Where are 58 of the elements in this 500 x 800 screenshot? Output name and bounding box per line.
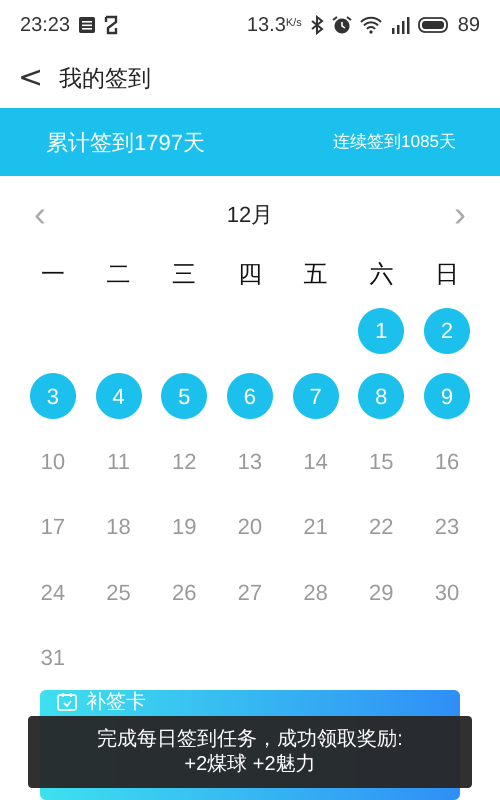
signed-day[interactable]: 5 [161,373,208,420]
calendar-day[interactable]: 14 [292,438,339,484]
signed-day[interactable]: 7 [292,373,339,420]
calendar-day[interactable]: 29 [358,569,404,616]
signed-day[interactable]: 2 [424,308,470,354]
calendar-day[interactable]: 24 [30,569,76,616]
signed-day[interactable]: 3 [30,373,76,420]
weekday-label: 六 [369,260,394,290]
weekday-label: 五 [304,260,328,290]
calendar-day[interactable]: 18 [96,504,142,550]
status-time: 23:23 [20,13,70,38]
calendar-day[interactable]: 30 [424,569,470,616]
network-speed: 13.3$^{K/s}$ [246,13,302,38]
page-title: 我的签到 [59,64,152,93]
signal-icon [390,15,410,35]
toast-text: 完成每日签到任务，成功领取奖励: [97,727,403,752]
calendar-day[interactable]: 11 [96,438,142,484]
calendar-day[interactable]: 19 [161,504,208,550]
alarm-icon [332,15,352,35]
calendar-day[interactable]: 20 [226,504,273,550]
signed-day[interactable]: 8 [358,373,404,420]
weekday-label: 二 [106,260,131,290]
calendar-day[interactable]: 25 [96,569,142,616]
calendar-day[interactable]: 13 [226,438,273,484]
calendar-day[interactable]: 21 [292,504,339,550]
calendar-day[interactable]: 12 [161,438,208,484]
toast-text: +2煤球 +2魅力 [184,752,316,777]
month-label: 12月 [226,200,274,228]
next-month-button[interactable]: › [454,196,466,232]
weekday-label: 一 [40,260,65,290]
total-count: 累计签到1797天 [46,128,205,156]
calendar-day[interactable]: 23 [424,504,470,550]
calendar-day[interactable]: 17 [30,504,76,550]
calendar-day[interactable]: 10 [30,438,76,484]
calendar-day[interactable]: 15 [358,438,404,484]
list-icon [78,16,96,34]
calendar-day[interactable]: 22 [358,504,404,550]
streak-count: 连续签到1085天 [333,131,456,154]
bluetooth-icon [310,15,324,35]
weekday-label: 三 [172,260,196,290]
calendar-day[interactable]: 26 [161,569,208,616]
weekday-label: 四 [238,260,262,290]
calendar-day[interactable]: 31 [30,634,76,681]
card-icon [56,691,78,714]
prev-month-button[interactable]: ‹ [34,196,46,232]
calendar-day[interactable]: 27 [226,569,273,616]
card-title: 补签卡 [86,690,146,714]
battery-percent: 89 [458,13,480,38]
signed-day[interactable]: 1 [358,308,404,354]
signed-day[interactable]: 6 [226,373,273,420]
calendar-day[interactable]: 16 [424,438,470,484]
signed-day[interactable]: 9 [424,373,470,420]
wifi-icon [360,16,382,34]
signed-day[interactable]: 4 [96,373,142,420]
back-button[interactable]: < [18,63,44,93]
battery-icon [418,16,450,34]
calendar-day[interactable]: 28 [292,569,339,616]
weekday-label: 日 [434,260,459,290]
